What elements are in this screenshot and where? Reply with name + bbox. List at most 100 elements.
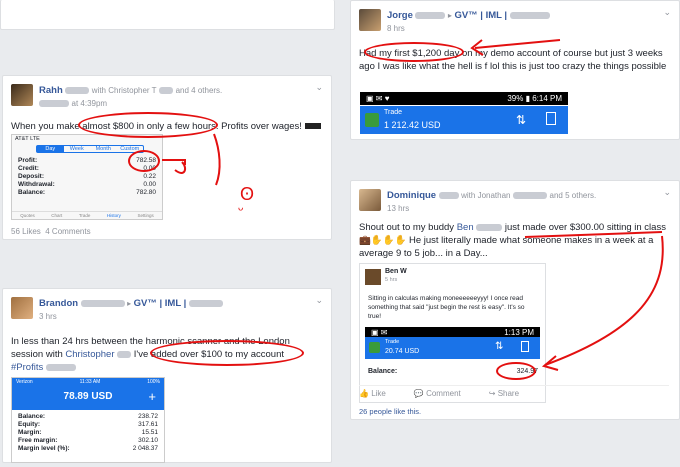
chevron-down-icon[interactable]: ⌄ xyxy=(315,295,323,306)
redacted-name xyxy=(159,87,174,95)
carrier: Verizon xyxy=(16,379,33,385)
period-tabs: Day Week Month Custom xyxy=(36,145,144,153)
tagged-people[interactable]: with Jonathan xyxy=(461,191,510,200)
avatar[interactable] xyxy=(359,189,381,211)
inner-avatar[interactable] xyxy=(365,269,381,285)
sort-icon[interactable]: ⇅ xyxy=(495,341,503,352)
notification-icons: ▣ ✉ ♥ xyxy=(366,94,390,103)
trade-label: Trade xyxy=(384,109,403,116)
post-brandon: Brandon ▸ GV™ | IML | 3 hrs ⌄ In less th… xyxy=(2,288,332,463)
redacted-date xyxy=(39,100,69,108)
redacted-name xyxy=(80,300,125,308)
document-icon[interactable] xyxy=(546,112,556,125)
post-rahh: Rahh with Christopher T and 4 others. at… xyxy=(2,75,332,240)
trade-header: Trade 20.74 USD ⇅ xyxy=(365,337,540,359)
phone-status-bar: ▣ ✉ 1:13 PM xyxy=(365,327,540,337)
emoji-row: 💼✋✋✋ xyxy=(359,235,407,246)
trade-logo-icon xyxy=(369,342,380,353)
author-name[interactable]: Rahh xyxy=(39,85,63,96)
status-time: 1:13 PM xyxy=(504,327,534,337)
likes-count[interactable]: 56 Likes xyxy=(11,227,41,236)
chevron-down-icon[interactable]: ⌄ xyxy=(663,187,671,198)
redacted-name xyxy=(415,12,446,20)
text-part: just made over $300.00 sitting in class xyxy=(504,222,666,233)
redacted-name xyxy=(438,192,459,200)
tagged-others[interactable]: and 4 others. xyxy=(176,86,223,95)
post-header: Rahh with Christopher T and 4 others. at… xyxy=(11,84,222,110)
comment-label: Comment xyxy=(426,389,461,398)
sort-icon[interactable]: ⇅ xyxy=(516,113,526,127)
comment-button[interactable]: 💬 Comment xyxy=(414,389,461,398)
avatar[interactable] xyxy=(11,297,33,319)
history-row: Withdrawal: 0.00 xyxy=(18,181,156,188)
redacted-group xyxy=(188,300,223,308)
phone-screenshot: AT&T LTE Day Week Month Custom Profit: 78… xyxy=(11,134,163,220)
inner-text: Sitting in calculas making moneeeeeeyyy!… xyxy=(368,295,525,320)
nav-chart[interactable]: Chart xyxy=(51,213,62,218)
group-name[interactable]: GV™ | IML | xyxy=(454,10,507,21)
hashtag-link[interactable]: #Profits xyxy=(11,362,43,373)
like-button[interactable]: 👍 Like xyxy=(359,389,386,398)
phone-screenshot: Verizon 11:33 AM 100% 78.89 USD + Balanc… xyxy=(11,377,165,463)
account-row: Margin: 15.51 xyxy=(18,429,158,436)
tab-month[interactable]: Month xyxy=(90,146,117,152)
ink-emoji xyxy=(304,123,321,130)
trade-header: Trade 1 212.42 USD ⇅ xyxy=(360,106,568,134)
post-time[interactable]: 8 hrs xyxy=(387,24,405,33)
document-icon[interactable] xyxy=(521,341,529,352)
balance-header: 78.89 USD + xyxy=(12,386,164,410)
post-header: Jorge ▸ GV™ | IML | 8 hrs xyxy=(359,9,550,35)
highlight-oval-100 xyxy=(150,340,304,366)
redacted-name xyxy=(476,223,503,231)
post-time[interactable]: 3 hrs xyxy=(39,312,57,321)
post-time[interactable]: 13 hrs xyxy=(387,204,409,213)
post-header: Dominique with Jonathan and 5 others. 13… xyxy=(359,189,596,215)
action-bar: 👍 Like 💬 Comment ↪ Share xyxy=(359,385,669,398)
chevron-down-icon[interactable]: ⌄ xyxy=(663,7,671,18)
nav-quotes[interactable]: Quotes xyxy=(20,213,35,218)
post-time[interactable]: at 4:39pm xyxy=(72,99,108,108)
author-name[interactable]: Jorge xyxy=(387,10,413,21)
mention-link[interactable]: Christopher xyxy=(65,349,114,360)
avatar[interactable] xyxy=(11,84,33,106)
tagged-people[interactable]: with Christopher T xyxy=(92,86,157,95)
post-dominique: Dominique with Jonathan and 5 others. 13… xyxy=(350,180,680,420)
history-row: Balance: 782.80 xyxy=(18,189,156,196)
tagged-others[interactable]: and 5 others. xyxy=(550,191,597,200)
chevron-down-icon[interactable]: ⌄ xyxy=(315,82,323,93)
nav-trade[interactable]: Trade xyxy=(79,213,91,218)
highlight-oval-profit xyxy=(128,150,160,172)
partial-post-card xyxy=(0,0,335,30)
share-button[interactable]: ↪ Share xyxy=(489,389,519,398)
redacted-group xyxy=(509,12,550,20)
tab-day[interactable]: Day xyxy=(37,146,64,152)
trade-label: Trade xyxy=(385,339,400,345)
nav-settings[interactable]: Settings xyxy=(137,213,153,218)
redacted-name xyxy=(513,192,548,200)
group-name[interactable]: GV™ | IML | xyxy=(134,298,187,309)
author-name[interactable]: Dominique xyxy=(387,190,436,201)
trade-value: 1 212.42 USD xyxy=(384,120,441,130)
likes-summary[interactable]: 26 people like this. xyxy=(359,407,421,416)
author-name[interactable]: Brandon xyxy=(39,298,78,309)
account-rows: Balance: 238.72 Equity: 317.61 Margin: 15.5… xyxy=(12,410,164,456)
add-icon[interactable]: + xyxy=(148,389,156,404)
account-row: Equity: 317.61 xyxy=(18,421,158,428)
shared-post: Ben W 5 hrs Sitting in calculas making m… xyxy=(359,263,546,403)
mention-link[interactable]: Ben xyxy=(457,222,474,233)
comments-count[interactable]: 4 Comments xyxy=(45,227,90,236)
inner-author[interactable]: Ben W xyxy=(385,268,407,275)
nav-history[interactable]: History xyxy=(107,213,121,218)
share-label: Share xyxy=(497,389,520,398)
like-label: Like xyxy=(371,389,386,398)
status-time: 11:33 AM xyxy=(79,379,101,385)
status-time: 6:14 PM xyxy=(532,94,562,103)
tab-week[interactable]: Week xyxy=(64,146,91,152)
account-row: Balance: 238.72 xyxy=(18,413,158,420)
redacted-hashtag xyxy=(45,363,76,371)
highlight-oval-1200 xyxy=(364,42,464,62)
battery-level: 100% xyxy=(147,379,160,385)
account-row: Free margin: 302.10 xyxy=(18,437,158,444)
highlight-oval-balance xyxy=(496,362,536,380)
avatar[interactable] xyxy=(359,9,381,31)
